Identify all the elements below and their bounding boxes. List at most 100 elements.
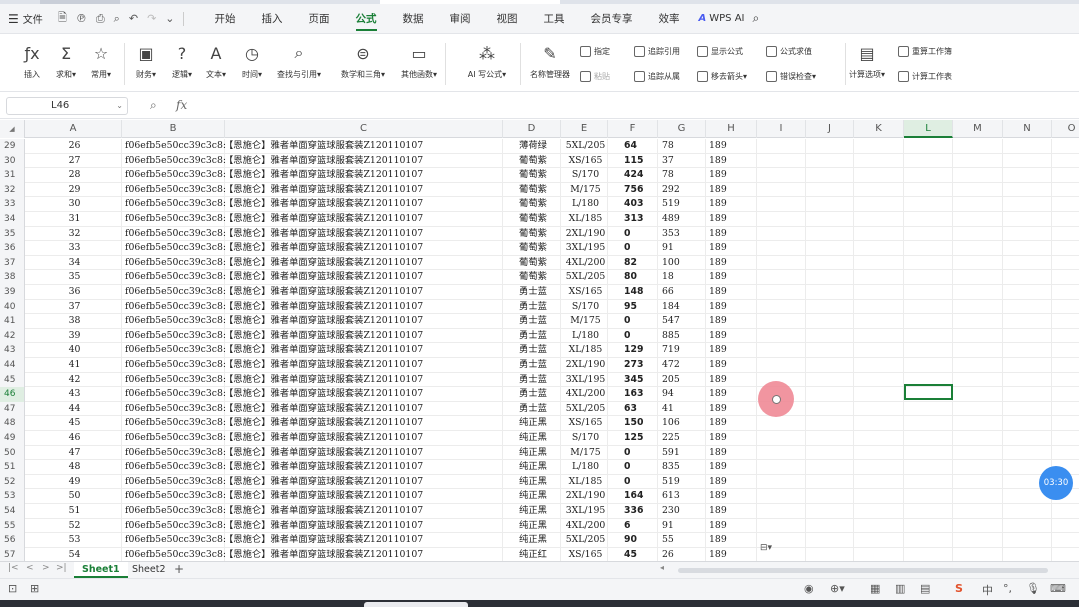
row-header[interactable]: 50 [0, 445, 25, 461]
cell-g[interactable]: 91 [662, 241, 706, 256]
ime-mode[interactable]: 中 [982, 582, 993, 598]
cell-h[interactable]: 189 [709, 489, 756, 504]
cell-h[interactable]: 189 [709, 227, 756, 242]
cell-a[interactable]: 39 [28, 329, 121, 344]
cell-b[interactable]: f06efb5e50cc39c3c8: [125, 300, 230, 315]
column-header-i[interactable]: I [757, 120, 806, 138]
cell-d[interactable]: 葡萄紫 [506, 241, 560, 256]
calc-options-button[interactable]: ▤ 计算选项▾ [842, 35, 892, 92]
cell-c[interactable]: 【恩施仑】雅者单面穿篮球服套装Z120110107 [224, 212, 502, 227]
cell-g[interactable]: 91 [662, 519, 706, 534]
cell-a[interactable]: 35 [28, 270, 121, 285]
ribbon-button-9[interactable]: ▭ 其他函数▾ [395, 35, 443, 92]
ribbon-small-button-0[interactable]: 指定 [580, 46, 610, 57]
normal-view-icon[interactable]: ▦ [870, 582, 880, 595]
ribbon-small-button-5[interactable]: 追踪从属 [634, 71, 680, 82]
ribbon-button-7[interactable]: ⌕ 查找与引用▾ [275, 35, 323, 92]
cell-e[interactable]: 5XL/205 [564, 402, 607, 417]
cell-e[interactable]: XS/165 [564, 154, 607, 169]
cell-g[interactable]: 55 [662, 533, 706, 548]
row-header[interactable]: 53 [0, 489, 25, 504]
cell-d[interactable]: 纯正黑 [506, 519, 560, 534]
cell-g[interactable]: 591 [662, 446, 706, 461]
cell-h[interactable]: 189 [709, 212, 756, 227]
cell-c[interactable]: 【恩施仑】雅者单面穿篮球服套装Z120110107 [224, 168, 502, 183]
chevron-down-icon[interactable]: ⌄ [165, 12, 174, 25]
column-header-o[interactable]: O [1052, 120, 1079, 138]
ribbon-small-button-3[interactable]: 显示公式 [697, 46, 743, 57]
cell-b[interactable]: f06efb5e50cc39c3c8: [125, 402, 230, 417]
cell-c[interactable]: 【恩施仑】雅者单面穿篮球服套装Z120110107 [224, 270, 502, 285]
row-header[interactable]: 30 [0, 153, 25, 169]
cell-e[interactable]: XL/185 [564, 212, 607, 227]
cell-d[interactable]: 勇士蓝 [506, 285, 560, 300]
ribbon-button-2[interactable]: ☆ 常用▾ [77, 35, 125, 92]
cell-g[interactable]: 489 [662, 212, 706, 227]
cell-e[interactable]: S/170 [564, 300, 607, 315]
cell-g[interactable]: 18 [662, 270, 706, 285]
cell-b[interactable]: f06efb5e50cc39c3c8: [125, 256, 230, 271]
cell-c[interactable]: 【恩施仑】雅者单面穿篮球服套装Z120110107 [224, 402, 502, 417]
redo-icon[interactable]: ↷ [147, 12, 156, 25]
cell-h[interactable]: 189 [709, 358, 756, 373]
cell-a[interactable]: 38 [28, 314, 121, 329]
selected-cell-l46[interactable] [904, 384, 953, 400]
cell-c[interactable]: 【恩施仑】雅者单面穿篮球服套装Z120110107 [224, 519, 502, 534]
cell-c[interactable]: 【恩施仑】雅者单面穿篮球服套装Z120110107 [224, 358, 502, 373]
cell-d[interactable]: 葡萄紫 [506, 256, 560, 271]
cell-h[interactable]: 189 [709, 329, 756, 344]
cell-d[interactable]: 勇士蓝 [506, 373, 560, 388]
cell-b[interactable]: f06efb5e50cc39c3c8: [125, 431, 230, 446]
cell-e[interactable]: XS/165 [564, 548, 607, 561]
tab-6[interactable]: 视图 [484, 4, 531, 34]
cell-g[interactable]: 184 [662, 300, 706, 315]
cell-g[interactable]: 292 [662, 183, 706, 198]
cell-b[interactable]: f06efb5e50cc39c3c8: [125, 183, 230, 198]
select-all-corner[interactable]: ◢ [0, 120, 25, 138]
undo-icon[interactable]: ↶ [129, 12, 138, 25]
row-header[interactable]: 48 [0, 416, 25, 431]
zoom-icon[interactable]: ⌕ [150, 98, 157, 113]
cell-a[interactable]: 28 [28, 168, 121, 183]
pdf-icon[interactable]: ℗ [76, 12, 87, 25]
row-header[interactable]: 40 [0, 299, 25, 315]
cell-h[interactable]: 189 [709, 504, 756, 519]
print-preview-icon[interactable]: ⌕ [114, 12, 120, 26]
cell-h[interactable]: 189 [709, 431, 756, 446]
next-sheet-icon[interactable]: > [42, 563, 50, 573]
row-header[interactable]: 57 [0, 547, 25, 561]
microphone-icon[interactable]: 🎙 [1026, 582, 1040, 595]
cell-e[interactable]: 5XL/205 [564, 533, 607, 548]
cell-d[interactable]: 纯正黑 [506, 431, 560, 446]
tab-3[interactable]: 公式 [343, 4, 390, 34]
cell-b[interactable]: f06efb5e50cc39c3c8: [125, 548, 230, 561]
cell-d[interactable]: 勇士蓝 [506, 358, 560, 373]
row-header[interactable]: 52 [0, 474, 25, 490]
ribbon-button-10[interactable]: ⁂ AI 写公式▾ [463, 35, 511, 92]
accessibility-icon[interactable]: ⊞ [30, 582, 39, 595]
cell-h[interactable]: 189 [709, 314, 756, 329]
cell-e[interactable]: S/170 [564, 431, 607, 446]
cell-b[interactable]: f06efb5e50cc39c3c8: [125, 314, 230, 329]
cell-g[interactable]: 885 [662, 329, 706, 344]
cell-g[interactable]: 353 [662, 227, 706, 242]
cell-d[interactable]: 纯正黑 [506, 504, 560, 519]
tab-4[interactable]: 数据 [390, 4, 437, 34]
cell-b[interactable]: f06efb5e50cc39c3c8: [125, 154, 230, 169]
cell-h[interactable]: 189 [709, 154, 756, 169]
first-sheet-icon[interactable]: |< [8, 563, 19, 573]
cell-d[interactable]: 纯正黑 [506, 489, 560, 504]
column-header-c[interactable]: C [225, 120, 503, 138]
row-header[interactable]: 29 [0, 139, 25, 154]
cell-e[interactable]: L/180 [564, 329, 607, 344]
cell-d[interactable]: 纯正黑 [506, 460, 560, 475]
cell-h[interactable]: 189 [709, 343, 756, 358]
cell-a[interactable]: 34 [28, 256, 121, 271]
cell-a[interactable]: 30 [28, 197, 121, 212]
cell-a[interactable]: 32 [28, 227, 121, 242]
cell-a[interactable]: 43 [28, 387, 121, 402]
cell-c[interactable]: 【恩施仑】雅者单面穿篮球服套装Z120110107 [224, 329, 502, 344]
cell-c[interactable]: 【恩施仑】雅者单面穿篮球服套装Z120110107 [224, 416, 502, 431]
page-break-icon[interactable]: ▤ [920, 582, 930, 595]
cell-c[interactable]: 【恩施仑】雅者单面穿篮球服套装Z120110107 [224, 431, 502, 446]
